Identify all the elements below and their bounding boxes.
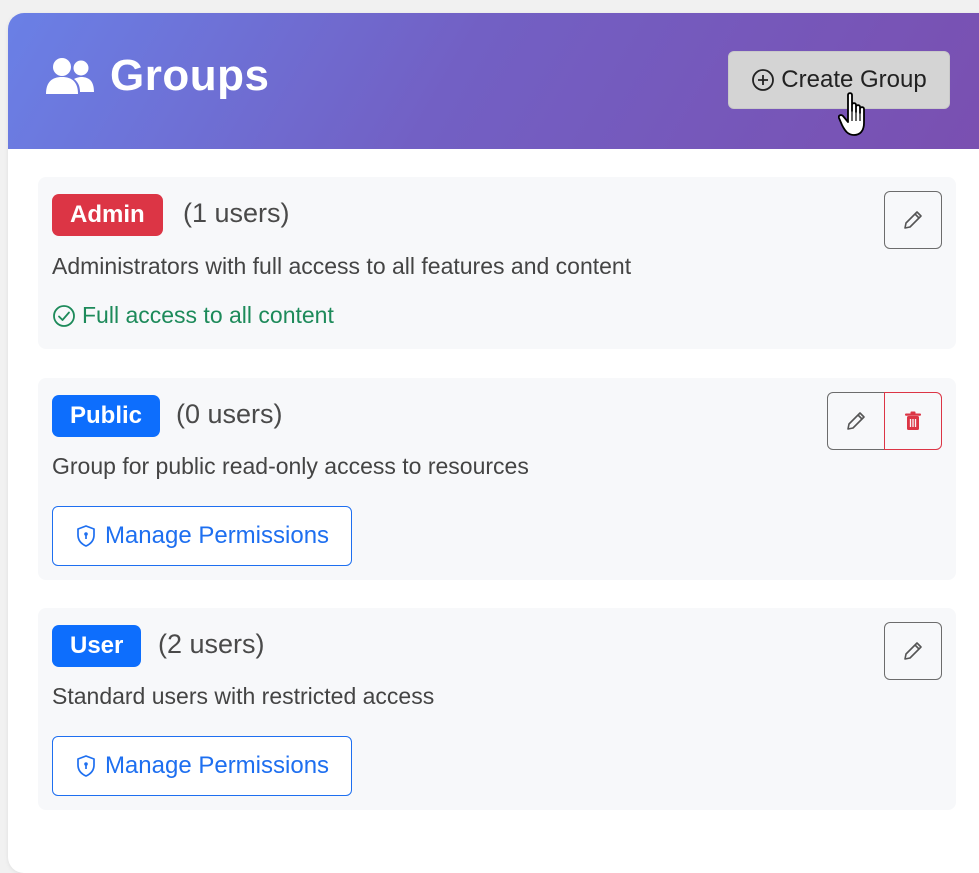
public-user-count: (0 users) — [176, 399, 283, 429]
admin-access-note: Full access to all content — [52, 302, 334, 329]
edit-user-button[interactable] — [884, 622, 942, 680]
user-manage-permissions-button[interactable]: Manage Permissions — [52, 736, 352, 796]
user-badge: User — [52, 625, 142, 667]
user-description: Standard users with restricted access — [52, 683, 435, 709]
group-item-public: Public (0 users) Group for public read-o… — [38, 378, 956, 580]
public-manage-label: Manage Permissions — [104, 522, 330, 549]
hand-pointer-icon — [838, 92, 865, 136]
plus-circle-icon — [752, 69, 775, 91]
public-manage-permissions-button[interactable]: Manage Permissions — [52, 506, 352, 566]
admin-access-text: Full access to all content — [82, 302, 334, 328]
admin-badge: Admin — [52, 194, 163, 236]
groups-card: Groups Create Group Admin (1 users) Admi… — [8, 13, 979, 873]
create-group-label: Create Group — [781, 66, 927, 93]
group-item-user: User (2 users) Standard users with restr… — [38, 608, 956, 810]
pencil-icon — [904, 642, 922, 660]
shield-icon — [77, 525, 95, 547]
group-item-admin: Admin (1 users) Administrators with full… — [38, 177, 956, 349]
shield-icon — [77, 755, 95, 777]
admin-description: Administrators with full access to all f… — [52, 253, 632, 279]
page-title-text: Groups — [110, 51, 270, 100]
groups-header: Groups Create Group — [8, 13, 979, 149]
user-user-count: (2 users) — [158, 629, 265, 659]
edit-admin-button[interactable] — [884, 191, 942, 249]
page-title: Groups — [44, 51, 269, 101]
public-actions — [827, 392, 942, 450]
admin-user-count: (1 users) — [183, 198, 290, 228]
pencil-icon — [904, 211, 922, 229]
public-description: Group for public read-only access to res… — [52, 453, 529, 479]
user-manage-label: Manage Permissions — [104, 752, 330, 779]
trash-icon — [905, 411, 921, 430]
check-circle-icon — [53, 304, 75, 327]
users-icon — [46, 58, 94, 94]
public-badge: Public — [52, 395, 161, 437]
delete-public-button[interactable] — [884, 392, 942, 450]
pencil-icon — [847, 412, 865, 430]
edit-public-button[interactable] — [827, 392, 885, 450]
